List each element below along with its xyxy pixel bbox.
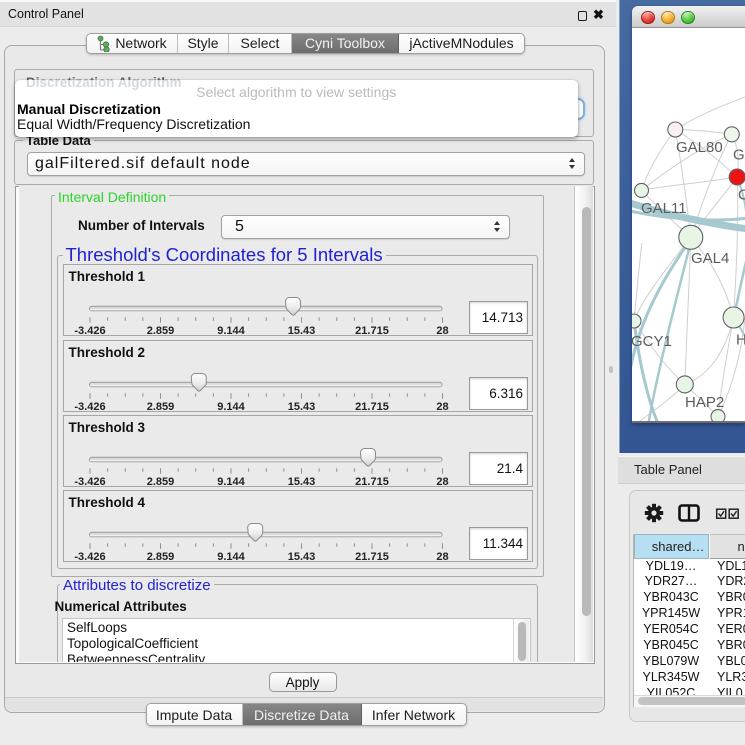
svg-text:GAL80: GAL80: [676, 139, 723, 156]
svg-text:GAL11: GAL11: [641, 200, 687, 217]
svg-text:HI: HI: [736, 332, 745, 349]
svg-text:C1: C1: [738, 187, 745, 204]
svg-text:HAP2: HAP2: [685, 394, 724, 411]
svg-text:GCY1: GCY1: [632, 333, 672, 350]
svg-text:GAL4: GAL4: [691, 250, 729, 267]
svg-text:GAL3: GAL3: [733, 147, 745, 164]
